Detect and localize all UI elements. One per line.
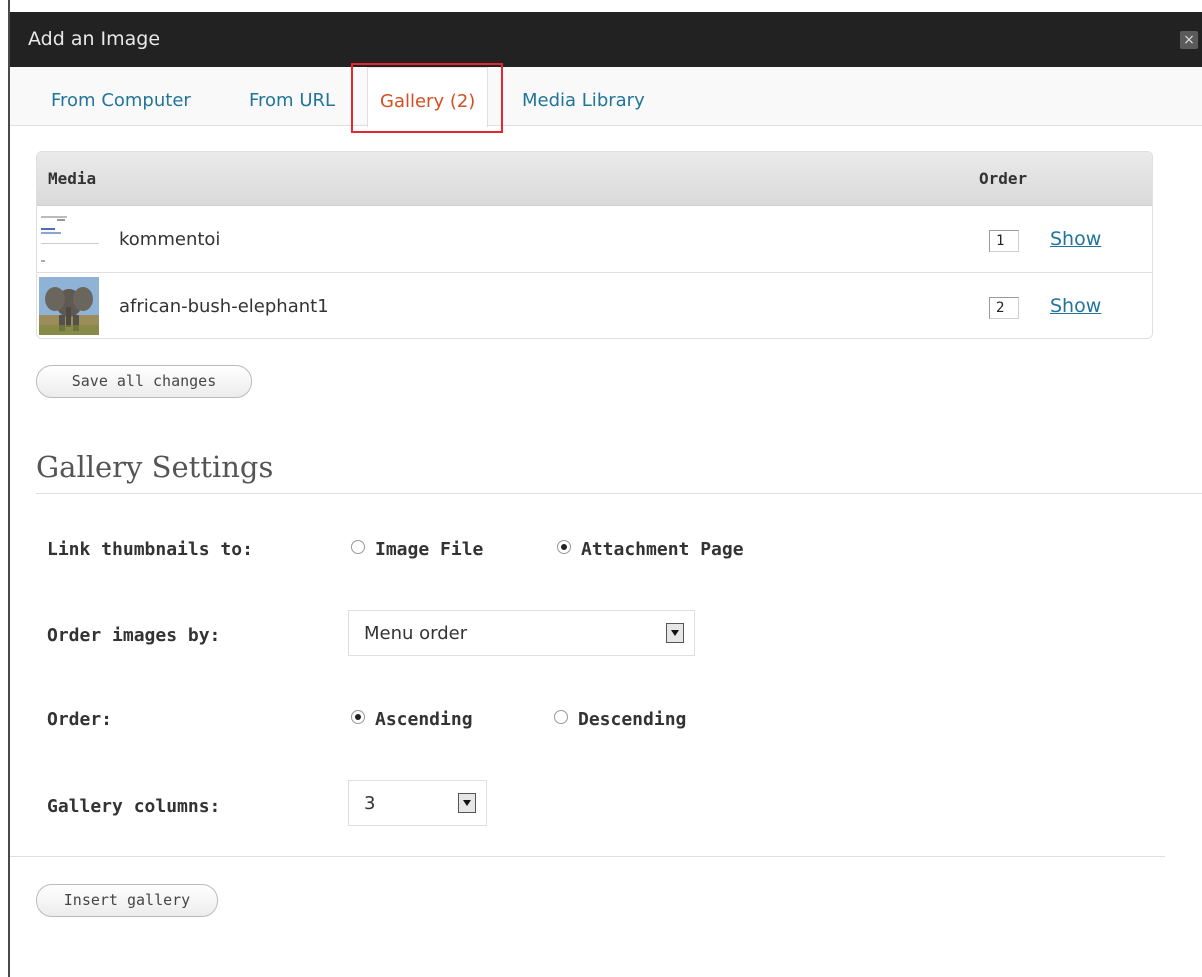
order-images-by-label: Order images by: bbox=[47, 625, 221, 646]
radio-icon[interactable] bbox=[351, 540, 365, 554]
column-header-order: Order bbox=[979, 169, 1028, 188]
tab-media-library[interactable]: Media Library bbox=[522, 90, 645, 111]
radio-image-file[interactable]: Image File bbox=[351, 539, 483, 560]
gallery-settings-title: Gallery Settings bbox=[36, 450, 274, 484]
close-icon[interactable]: × bbox=[1180, 31, 1198, 49]
media-name: kommentoi bbox=[119, 229, 221, 250]
document-thumbnail bbox=[39, 210, 99, 268]
add-image-dialog: Add an Image × From Computer From URL Ga… bbox=[10, 0, 1202, 977]
link-thumbnails-label: Link thumbnails to: bbox=[47, 539, 253, 560]
dropdown-arrow-icon[interactable] bbox=[458, 793, 476, 813]
insert-gallery-button[interactable]: Insert gallery bbox=[36, 884, 218, 917]
dialog-titlebar: Add an Image × bbox=[10, 12, 1202, 67]
save-all-changes-button[interactable]: Save all changes bbox=[36, 365, 252, 398]
radio-label: Ascending bbox=[375, 709, 473, 730]
divider bbox=[10, 856, 1165, 857]
radio-descending[interactable]: Descending bbox=[554, 709, 686, 730]
select-value: 3 bbox=[364, 793, 376, 814]
radio-label: Attachment Page bbox=[581, 539, 744, 560]
order-input[interactable]: 1 bbox=[989, 230, 1019, 252]
media-name: african-bush-elephant1 bbox=[119, 296, 329, 317]
table-row: kommentoi 1 Show bbox=[37, 207, 1152, 273]
order-label: Order: bbox=[47, 709, 113, 730]
order-images-by-select[interactable]: Menu order bbox=[348, 610, 695, 656]
column-header-media: Media bbox=[48, 169, 97, 188]
select-value: Menu order bbox=[364, 623, 468, 644]
show-link[interactable]: Show bbox=[1050, 228, 1101, 250]
radio-icon[interactable] bbox=[554, 710, 568, 724]
elephant-thumbnail bbox=[39, 277, 99, 335]
tab-from-computer[interactable]: From Computer bbox=[51, 90, 191, 111]
radio-attachment-page[interactable]: Attachment Page bbox=[557, 539, 744, 560]
gallery-tab-highlight bbox=[351, 63, 503, 133]
table-header: Media Order bbox=[37, 152, 1152, 206]
radio-selected-icon[interactable] bbox=[557, 540, 571, 554]
radio-ascending[interactable]: Ascending bbox=[351, 709, 473, 730]
order-input[interactable]: 2 bbox=[989, 297, 1019, 319]
table-row: african-bush-elephant1 2 Show bbox=[37, 274, 1152, 338]
radio-selected-icon[interactable] bbox=[351, 710, 365, 724]
top-strip bbox=[10, 0, 1202, 12]
radio-label: Image File bbox=[375, 539, 484, 560]
tab-from-url[interactable]: From URL bbox=[249, 90, 335, 111]
gallery-columns-label: Gallery columns: bbox=[47, 796, 221, 817]
dropdown-arrow-icon[interactable] bbox=[666, 623, 684, 643]
gallery-columns-select[interactable]: 3 bbox=[348, 780, 487, 826]
media-tabs: From Computer From URL Gallery (2) Media… bbox=[10, 67, 1202, 127]
show-link[interactable]: Show bbox=[1050, 295, 1101, 317]
window-left-border bbox=[0, 0, 10, 977]
divider bbox=[36, 493, 1202, 494]
radio-label: Descending bbox=[578, 709, 687, 730]
media-table: Media Order kommentoi 1 Show african-bus… bbox=[36, 151, 1153, 339]
dialog-title: Add an Image bbox=[28, 28, 161, 50]
